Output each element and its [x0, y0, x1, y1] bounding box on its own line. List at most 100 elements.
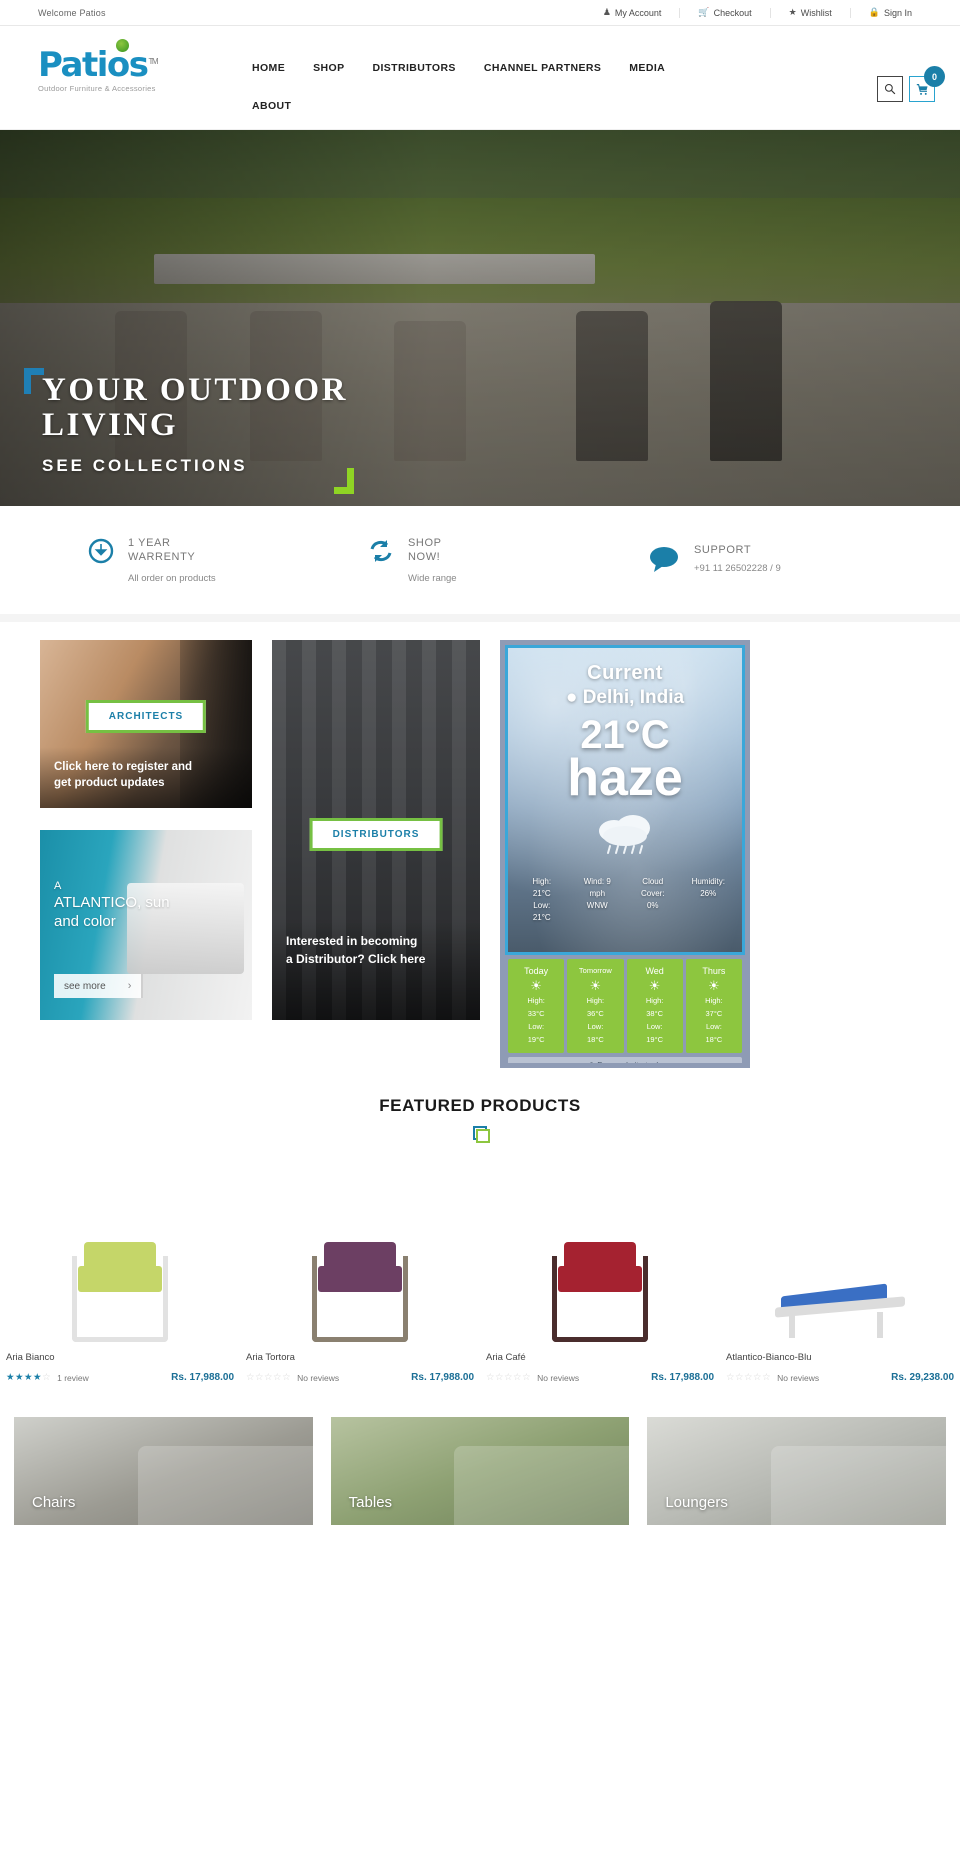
- lock-icon: 🔒: [868, 7, 880, 17]
- product-card[interactable]: Aria Tortora ☆☆☆☆☆ No reviews Rs. 17,988…: [240, 1164, 480, 1383]
- distributors-button[interactable]: DISTRIBUTORS: [309, 818, 443, 851]
- weather-stat-wind: Wind: 9 mph WNW: [570, 876, 626, 924]
- stat-line: High:: [532, 877, 552, 887]
- promo-tile-architects[interactable]: ARCHITECTS Click here to register and ge…: [40, 640, 252, 808]
- refresh-icon: [368, 538, 394, 569]
- category-label: Chairs: [32, 1494, 76, 1511]
- rating-stars: ☆☆☆☆☆: [486, 1372, 532, 1383]
- category-tiles: Chairs Tables Loungers: [0, 1383, 960, 1525]
- nav-item-shop[interactable]: SHOP: [299, 60, 358, 76]
- product-price: Rs. 29,238.00: [891, 1372, 954, 1383]
- nav-item-home[interactable]: HOME: [238, 60, 299, 76]
- lounger-leg: [877, 1312, 883, 1338]
- category-tile-loungers[interactable]: Loungers: [647, 1417, 947, 1525]
- forecast-day: Tomorrow ☀ High: 36°C Low: 18°C: [567, 959, 624, 1053]
- features-strip: 1 YEAR WARRENTY All order on products SH…: [0, 506, 960, 622]
- forecast-day-name: Thurs: [702, 966, 726, 976]
- forecast-high-label: High:: [645, 996, 664, 1005]
- weather-current-label: Current: [587, 662, 663, 684]
- product-meta: ★★★★☆ 1 review Rs. 17,988.00: [0, 1363, 240, 1383]
- promo-tile-atlantico[interactable]: A ATLANTICO, sun and color see more ›: [40, 830, 252, 1020]
- user-icon: ♟: [602, 7, 611, 17]
- forecast-low-label: Low:: [587, 1021, 604, 1031]
- product-card[interactable]: Aria Bianco ★★★★☆ 1 review Rs. 17,988.00: [0, 1164, 240, 1383]
- search-icon: [884, 83, 896, 95]
- stat-line: Low:: [533, 901, 551, 911]
- nav-item-distributors[interactable]: DISTRIBUTORS: [358, 60, 469, 76]
- sun-icon: ☀: [589, 978, 602, 993]
- utility-link-wishlist[interactable]: ★ Wishlist: [769, 7, 850, 18]
- weather-current-panel: Current ● Delhi, India 21°C haze High: 2…: [505, 645, 745, 955]
- section-divider-icon: [473, 1126, 490, 1143]
- feature-support: SUPPORT +91 11 26502228 / 9: [648, 543, 948, 578]
- utility-link-checkout[interactable]: 🛒 Checkout: [679, 7, 769, 18]
- welcome-text: Welcome Patios: [38, 7, 106, 18]
- weather-stat-humidity: Humidity: 26%: [681, 876, 737, 924]
- atlantico-see-more-button[interactable]: see more ›: [54, 974, 144, 998]
- stat-line: Cover:: [640, 889, 665, 899]
- stat-line: mph: [589, 889, 606, 899]
- cart-count-badge: 0: [924, 66, 945, 87]
- feature-title-line2: NOW!: [408, 551, 441, 563]
- weather-forecast: Today ☀ High: 33°C Low: 19°C Tomorrow ☀ …: [505, 955, 745, 1053]
- logo-tagline: Outdoor Furniture & Accessories: [38, 84, 156, 93]
- architects-caption-line2: get product updates: [54, 777, 165, 790]
- weather-stat-high-low: High: 21°C Low: 21°C: [514, 876, 570, 924]
- forecast-low-value: 18°C: [586, 1034, 604, 1044]
- utility-link-sign-in[interactable]: 🔒 Sign In: [849, 7, 930, 18]
- chat-bubble-icon: [648, 545, 680, 578]
- product-card[interactable]: Atlantico-Bianco-Blu ☆☆☆☆☆ No reviews Rs…: [720, 1164, 960, 1383]
- feature-warranty: 1 YEAR WARRENTY All order on products: [88, 536, 368, 584]
- forecast-high-label: High:: [527, 996, 545, 1005]
- atlantico-line-prefix: A: [54, 880, 62, 892]
- stat-line: Humidity:: [691, 877, 725, 887]
- cart-button[interactable]: 0: [909, 66, 945, 102]
- product-card[interactable]: Aria Café ☆☆☆☆☆ No reviews Rs. 17,988.00: [480, 1164, 720, 1383]
- weather-location: Delhi, India: [582, 687, 685, 708]
- promo-row: ARCHITECTS Click here to register and ge…: [0, 622, 960, 1068]
- feature-title-line1: 1 YEAR: [128, 537, 171, 549]
- category-tile-chairs[interactable]: Chairs: [14, 1417, 313, 1525]
- chevron-right-icon: ›: [127, 980, 132, 992]
- weather-current-header: Current ● Delhi, India: [508, 648, 742, 709]
- utility-link-my-account[interactable]: ♟ My Account: [585, 8, 680, 18]
- forecast-day: Wed ☀ High: 38°C Low: 19°C: [626, 959, 683, 1053]
- product-price: Rs. 17,988.00: [651, 1372, 714, 1383]
- feature-title-line1: SHOP: [408, 537, 442, 549]
- promo-tile-distributors[interactable]: DISTRIBUTORS Interested in becoming a Di…: [272, 640, 480, 1020]
- product-name: Aria Tortora: [246, 1352, 295, 1363]
- product-price: Rs. 17,988.00: [411, 1372, 474, 1383]
- feature-desc: Wide range: [408, 573, 457, 584]
- page-title: FEATURED PRODUCTS: [379, 1096, 581, 1115]
- chair-seat-cushion: [558, 1266, 642, 1292]
- hero-cta-label[interactable]: SEE COLLECTIONS: [42, 456, 348, 476]
- category-tile-tables[interactable]: Tables: [330, 1417, 630, 1525]
- nav-item-media[interactable]: MEDIA: [615, 60, 679, 76]
- review-count: 1 review: [57, 1372, 89, 1383]
- weather-footer-link[interactable]: ⚘ Free website tools: [508, 1056, 742, 1063]
- weather-condition-icon-wrap: [508, 809, 742, 862]
- forecast-low-label: Low:: [646, 1021, 663, 1031]
- forecast-low-label: Low:: [528, 1021, 545, 1031]
- logo-text-label: Patios: [38, 45, 149, 85]
- chair-seat-cushion: [318, 1266, 402, 1292]
- category-image: [770, 1446, 947, 1525]
- weather-location-row: ● Delhi, India: [508, 687, 742, 709]
- architects-caption: Click here to register and get product u…: [40, 746, 252, 808]
- product-image: [480, 1164, 720, 1342]
- hero-copy: YOUR OUTDOOR LIVING SEE COLLECTIONS: [42, 372, 348, 476]
- nav-item-channel-partners[interactable]: CHANNEL PARTNERS: [470, 60, 615, 76]
- atlantico-text: A ATLANTICO, sun and color: [54, 880, 170, 931]
- forecast-day-name: Tomorrow: [578, 966, 612, 975]
- feature-title-line2: WARRENTY: [128, 551, 196, 563]
- hero-banner[interactable]: YOUR OUTDOOR LIVING SEE COLLECTIONS: [0, 130, 960, 506]
- logo[interactable]: PatiosTM Outdoor Furniture & Accessories: [38, 26, 238, 93]
- product-meta: ☆☆☆☆☆ No reviews Rs. 17,988.00: [240, 1363, 480, 1383]
- distributors-caption: Interested in becoming a Distributor? Cl…: [272, 921, 480, 1020]
- product-grid: Aria Bianco ★★★★☆ 1 review Rs. 17,988.00…: [0, 1140, 960, 1383]
- architects-button[interactable]: ARCHITECTS: [85, 700, 207, 733]
- category-label: Loungers: [665, 1494, 728, 1511]
- hero-bracket-top-left: [24, 368, 44, 394]
- nav-item-about[interactable]: ABOUT: [238, 98, 305, 114]
- search-button[interactable]: [877, 76, 903, 102]
